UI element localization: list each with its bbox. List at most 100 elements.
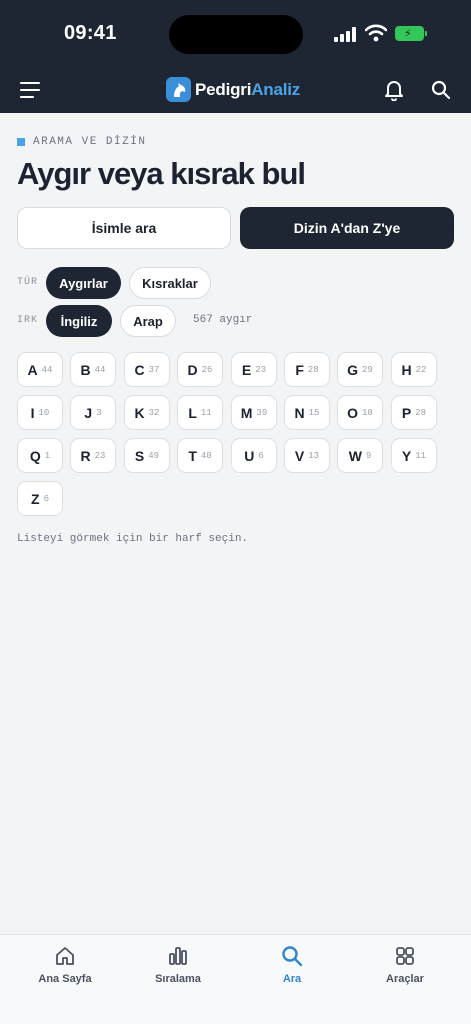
- app-logo[interactable]: PedigriAnaliz: [166, 77, 300, 102]
- letter-button-s[interactable]: S 49: [124, 438, 170, 473]
- letter-count: 32: [148, 407, 160, 418]
- horse-icon: [166, 77, 191, 102]
- home-icon: [56, 947, 74, 965]
- letter-button-j[interactable]: J3: [70, 395, 116, 430]
- letter-char: A: [27, 361, 38, 378]
- nav-home[interactable]: Ana Sayfa: [15, 945, 115, 985]
- letter-count: 23: [255, 364, 267, 375]
- letter-char: Q: [29, 447, 41, 464]
- letter-count: 10: [38, 407, 50, 418]
- letter-count: 44: [41, 364, 53, 375]
- chip-english[interactable]: İngiliz: [46, 305, 112, 337]
- letter-char: R: [80, 447, 91, 464]
- letter-count: 44: [94, 364, 106, 375]
- letter-button-h[interactable]: H 22: [391, 352, 437, 387]
- letter-count: 49: [148, 450, 160, 461]
- letter-button-k[interactable]: K 32: [124, 395, 170, 430]
- letter-char: G: [347, 361, 359, 378]
- chart-icon: [169, 947, 187, 965]
- letter-button-d[interactable]: D 26: [177, 352, 223, 387]
- menu-icon[interactable]: [20, 82, 40, 98]
- nav-tools[interactable]: Araçlar: [355, 945, 455, 985]
- letter-count: 26: [201, 364, 213, 375]
- section-label-text: ARAMA VE DİZİN: [33, 136, 147, 148]
- letter-char: V: [294, 447, 305, 464]
- search-icon[interactable]: [431, 80, 451, 100]
- breed-filter-label: IRK: [17, 315, 39, 326]
- brand-accent: Analiz: [251, 79, 301, 99]
- letter-char: T: [188, 447, 197, 464]
- letter-button-g[interactable]: G 29: [337, 352, 383, 387]
- nav-rankings[interactable]: Sıralama: [128, 945, 228, 985]
- letter-count: 40: [200, 450, 212, 461]
- page-title: Aygır veya kısrak bul: [17, 156, 306, 191]
- letter-button-f[interactable]: F 28: [284, 352, 330, 387]
- letter-char: K: [134, 404, 145, 421]
- bottom-nav: Ana Sayfa Sıralama Ara Araçlar: [0, 934, 471, 1024]
- letter-button-v[interactable]: V 13: [284, 438, 330, 473]
- battery-tip: [425, 31, 427, 36]
- letter-button-p[interactable]: P 28: [391, 395, 437, 430]
- chip-arabian[interactable]: Arap: [120, 305, 176, 337]
- battery-charging-icon: ⚡: [404, 28, 412, 40]
- type-filter-label: TÜR: [17, 277, 39, 288]
- letter-char: N: [294, 404, 305, 421]
- letter-count: 9: [365, 450, 372, 461]
- letter-count: 13: [308, 450, 320, 461]
- letter-button-a[interactable]: A 44: [17, 352, 63, 387]
- letter-button-c[interactable]: C 37: [124, 352, 170, 387]
- brand-primary: Pedigri: [195, 79, 252, 99]
- letter-count: 6: [258, 450, 264, 461]
- nav-search[interactable]: Ara: [242, 945, 342, 985]
- letter-char: W: [348, 447, 362, 464]
- letter-char: C: [134, 361, 145, 378]
- letter-char: B: [80, 361, 91, 378]
- letter-count: 3: [96, 407, 102, 418]
- tab-a-to-z-index[interactable]: Dizin A'dan Z'ye: [240, 207, 454, 249]
- chip-mares[interactable]: Kısraklar: [129, 267, 211, 299]
- letter-count: 28: [307, 364, 319, 375]
- letter-button-z[interactable]: Z6: [17, 481, 63, 516]
- dynamic-island: [169, 15, 303, 54]
- bell-icon[interactable]: [384, 79, 404, 101]
- letter-button-t[interactable]: T 40: [177, 438, 223, 473]
- letter-count: 1: [44, 450, 51, 461]
- nav-tools-label: Araçlar: [386, 973, 424, 985]
- brand-name: PedigriAnaliz: [195, 80, 300, 100]
- search-icon: [282, 946, 303, 967]
- letter-char: Z: [31, 490, 40, 507]
- chip-stallions[interactable]: Aygırlar: [46, 267, 121, 299]
- letter-char: D: [187, 361, 198, 378]
- letter-char: P: [401, 404, 412, 421]
- letter-char: U: [244, 447, 255, 464]
- letter-button-y[interactable]: Y 11: [391, 438, 437, 473]
- tab-search-by-name[interactable]: İsimle ara: [17, 207, 231, 249]
- letter-count: 18: [362, 407, 373, 418]
- letter-button-r[interactable]: R 23: [70, 438, 116, 473]
- letter-count: 22: [415, 364, 427, 375]
- letter-button-o[interactable]: O 18: [337, 395, 383, 430]
- letter-count: 6: [43, 493, 49, 504]
- letter-count: 29: [362, 364, 373, 375]
- letter-button-i[interactable]: I 10: [17, 395, 63, 430]
- section-marker: [17, 138, 25, 146]
- letter-button-b[interactable]: B 44: [70, 352, 116, 387]
- letter-button-u[interactable]: U6: [231, 438, 277, 473]
- letter-button-l[interactable]: L 11: [177, 395, 223, 430]
- letter-count: 28: [415, 407, 427, 418]
- letter-count: 23: [94, 450, 106, 461]
- letter-button-n[interactable]: N 15: [284, 395, 330, 430]
- result-count: 567 aygır: [193, 314, 253, 326]
- nav-home-label: Ana Sayfa: [38, 973, 92, 985]
- nav-search-label: Ara: [282, 973, 302, 985]
- hint-text: Listeyi görmek için bir harf seçin.: [17, 533, 249, 545]
- letter-button-m[interactable]: M 39: [231, 395, 277, 430]
- letter-button-e[interactable]: E 23: [231, 352, 277, 387]
- letter-button-w[interactable]: W9: [337, 438, 383, 473]
- signal-icon: [334, 27, 358, 42]
- letter-button-q[interactable]: Q1: [17, 438, 63, 473]
- letter-char: S: [134, 447, 145, 464]
- letter-char: J: [84, 404, 93, 421]
- letter-char: F: [295, 361, 304, 378]
- letter-char: Y: [401, 447, 412, 464]
